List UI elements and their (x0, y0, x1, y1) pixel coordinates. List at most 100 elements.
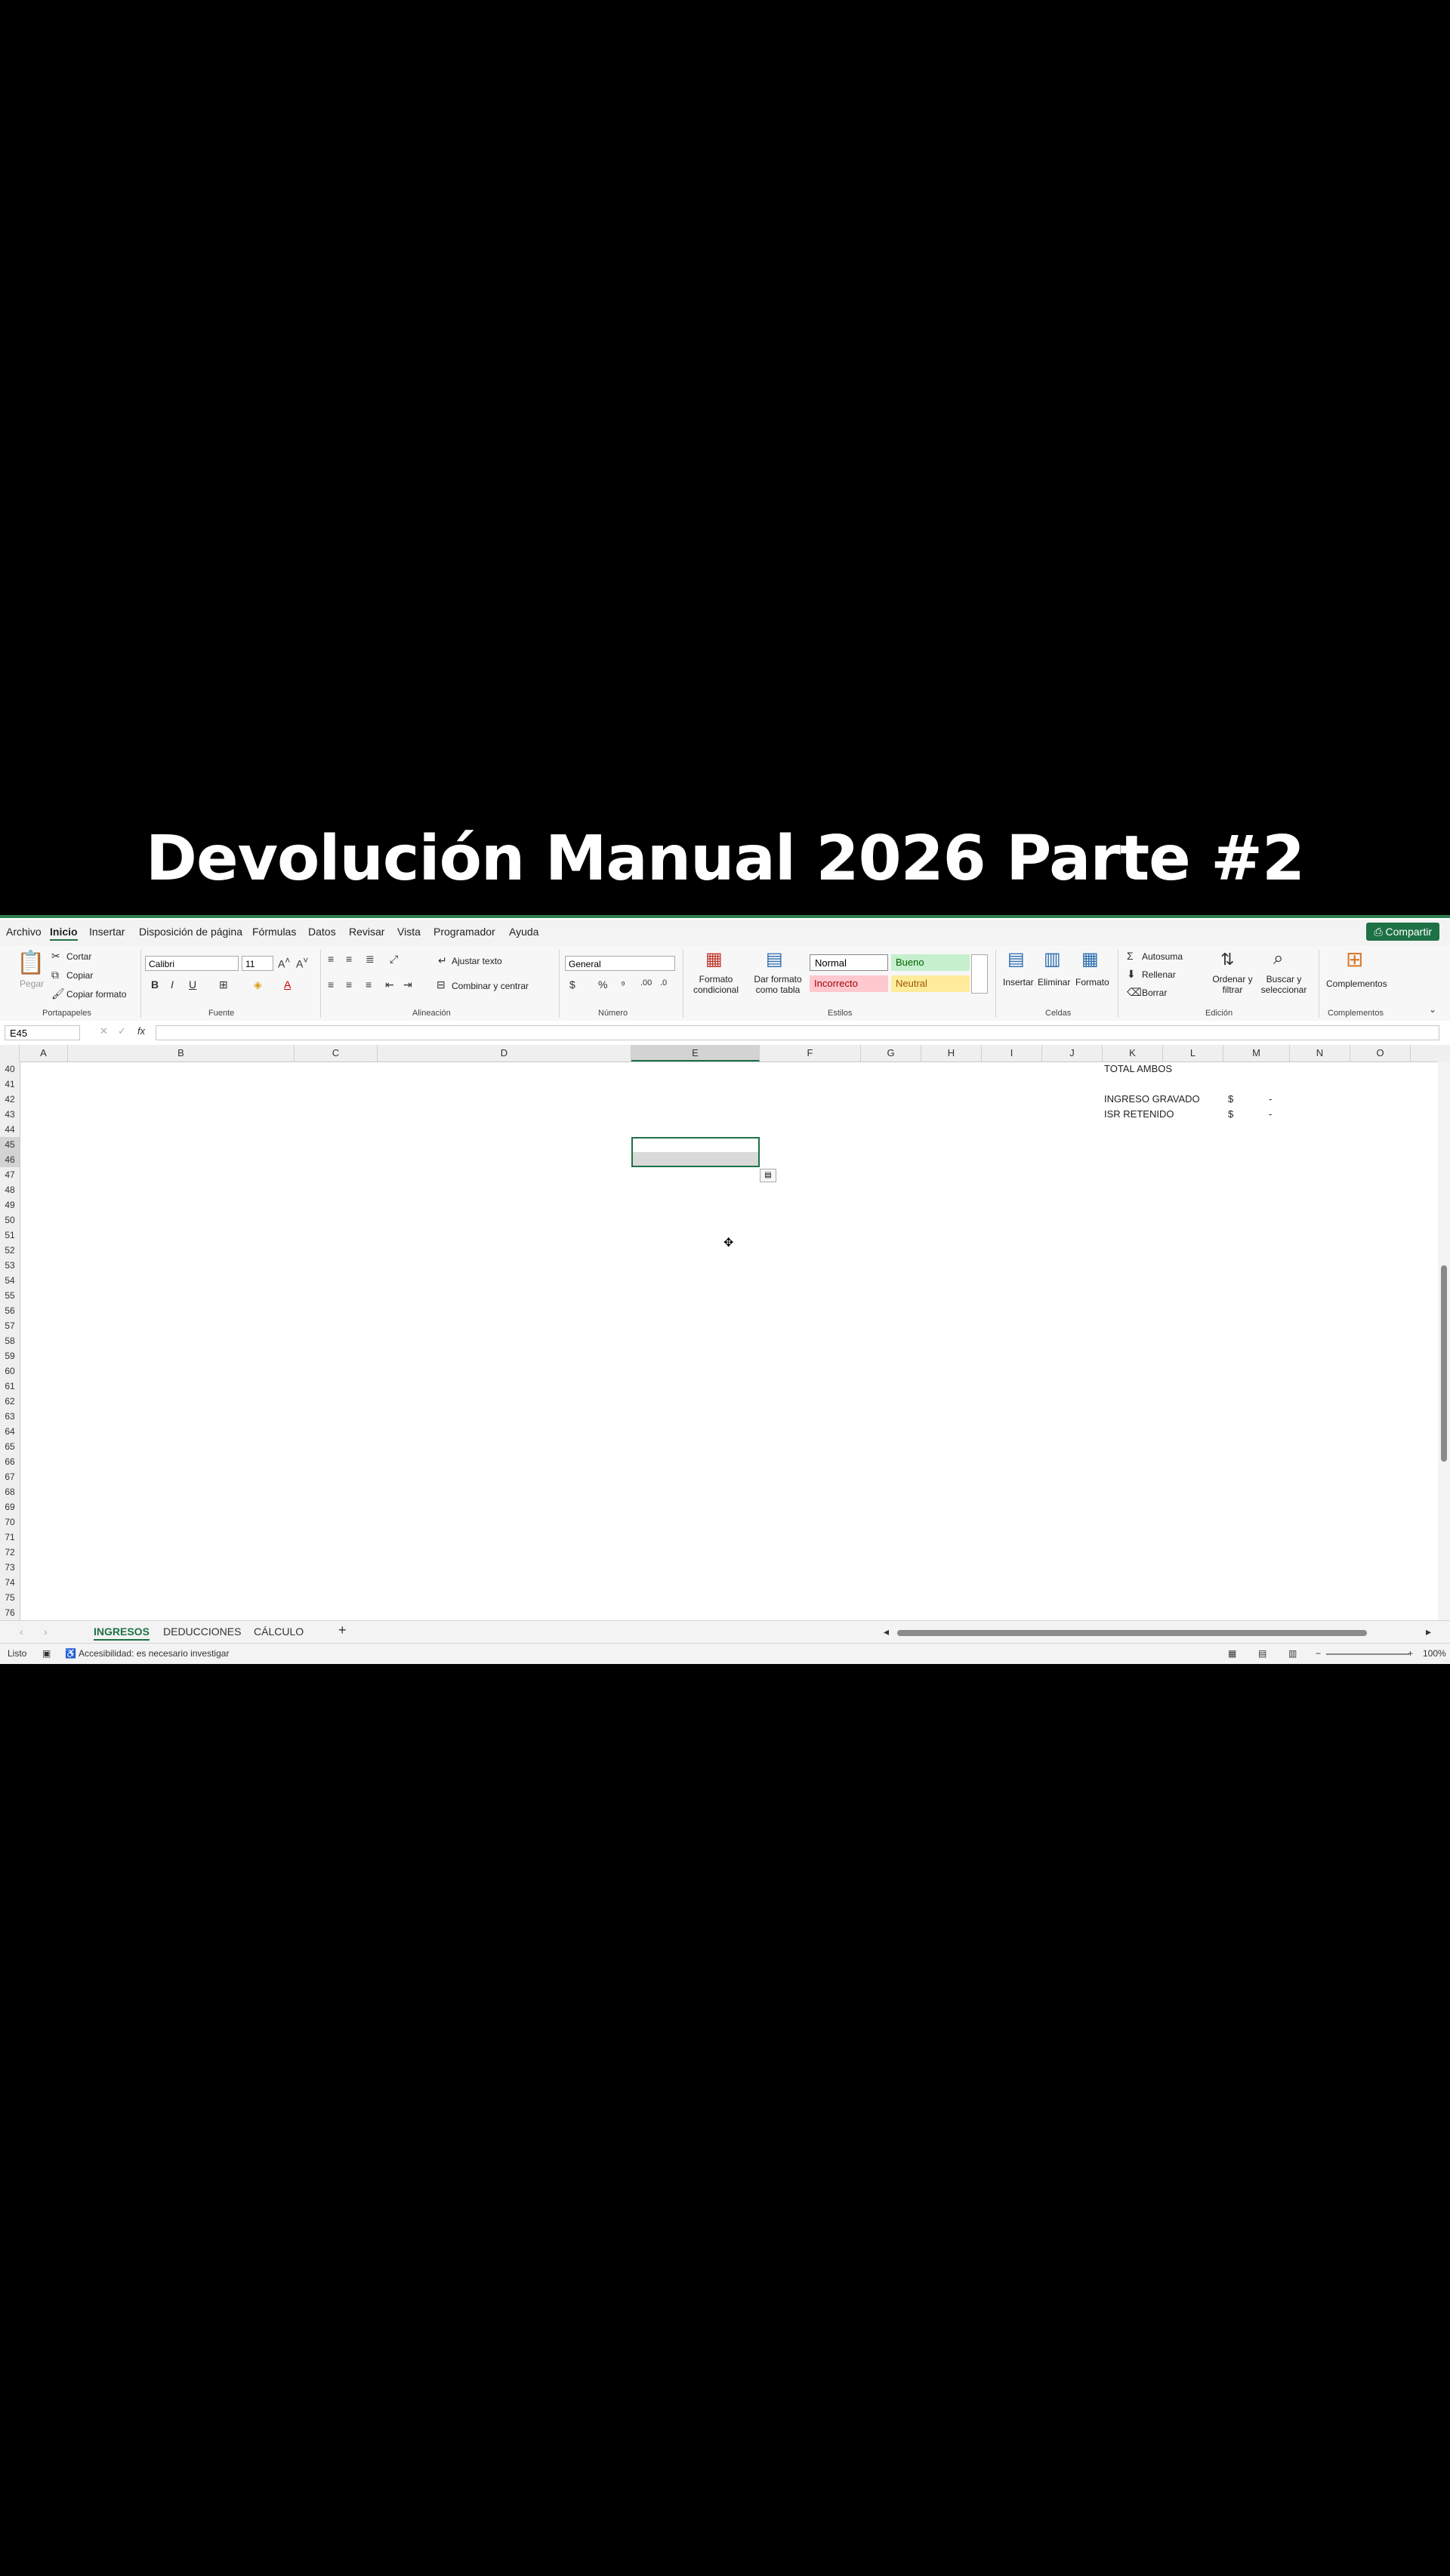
row-header[interactable]: 67 (0, 1469, 20, 1484)
align-left-icon[interactable]: ≡ (328, 978, 334, 991)
row-header[interactable]: 47 (0, 1167, 20, 1182)
tab-ingresos[interactable]: INGRESOS (94, 1625, 150, 1641)
row-header[interactable]: 56 (0, 1303, 20, 1318)
decrease-indent-icon[interactable]: ⇤ (385, 978, 394, 991)
column-header[interactable]: F (760, 1045, 861, 1062)
row-header[interactable]: 41 (0, 1077, 20, 1092)
row-header[interactable]: 63 (0, 1409, 20, 1424)
row-header[interactable]: 73 (0, 1560, 20, 1575)
paste-button[interactable]: Pegar (20, 978, 44, 989)
zoom-level[interactable]: 100% (1423, 1648, 1446, 1659)
row-header[interactable]: 45 (0, 1137, 20, 1152)
align-middle-icon[interactable]: ≡ (346, 953, 352, 965)
row-header[interactable]: 57 (0, 1318, 20, 1333)
menu-disposicion[interactable]: Disposición de página (139, 926, 242, 938)
name-box[interactable]: E45 (5, 1025, 80, 1040)
increase-font-icon[interactable]: A˄ (278, 956, 290, 970)
menu-ayuda[interactable]: Ayuda (509, 926, 538, 938)
add-sheet-icon[interactable]: + (338, 1622, 347, 1638)
format-cells-button[interactable]: Formato (1075, 977, 1109, 988)
align-center-icon[interactable]: ≡ (346, 978, 352, 991)
normal-view-icon[interactable]: ▦ (1228, 1648, 1236, 1659)
row-header[interactable]: 46 (0, 1152, 20, 1167)
cell-total-ambos[interactable]: TOTAL AMBOS (1104, 1063, 1172, 1074)
menu-inicio[interactable]: Inicio (50, 926, 78, 941)
column-header[interactable]: L (1163, 1045, 1223, 1062)
collapse-ribbon-icon[interactable]: ⌄ (1429, 1004, 1436, 1015)
column-header[interactable]: O (1350, 1045, 1411, 1062)
cut-button[interactable]: Cortar (66, 951, 91, 962)
font-size-select[interactable]: 11 (242, 956, 273, 971)
row-header[interactable]: 76 (0, 1605, 20, 1620)
font-color-icon[interactable]: A (284, 978, 291, 991)
row-header[interactable]: 72 (0, 1545, 20, 1560)
wrap-text-button[interactable]: Ajustar texto (452, 956, 502, 966)
row-header[interactable]: 48 (0, 1182, 20, 1197)
row-header[interactable]: 52 (0, 1243, 20, 1258)
tab-calculo[interactable]: CÁLCULO (254, 1625, 304, 1638)
fill-button[interactable]: Rellenar (1142, 969, 1176, 980)
row-header[interactable]: 64 (0, 1424, 20, 1439)
comma-style-icon[interactable]: ⁹ (621, 978, 625, 991)
column-header[interactable]: J (1042, 1045, 1103, 1062)
clear-button[interactable]: Borrar (1142, 988, 1167, 998)
row-header[interactable]: 62 (0, 1394, 20, 1409)
conditional-format-button[interactable]: Formato condicional (689, 974, 743, 995)
delete-cells-button[interactable]: Eliminar (1038, 977, 1070, 988)
zoom-out-icon[interactable]: − (1316, 1648, 1321, 1659)
conditional-format-icon[interactable]: ▦ (705, 948, 723, 970)
italic-icon[interactable]: I (171, 978, 174, 991)
style-normal[interactable]: Normal (810, 954, 888, 971)
column-header[interactable]: E (631, 1045, 760, 1062)
menu-archivo[interactable]: Archivo (6, 926, 42, 938)
merge-center-button[interactable]: Combinar y centrar (452, 981, 529, 991)
prev-sheet-icon[interactable]: ‹ (20, 1625, 23, 1638)
menu-datos[interactable]: Datos (308, 926, 336, 938)
row-header[interactable]: 61 (0, 1379, 20, 1394)
percent-icon[interactable]: % (598, 978, 607, 991)
find-select-button[interactable]: Buscar y seleccionar (1255, 974, 1313, 995)
menu-vista[interactable]: Vista (397, 926, 421, 938)
increase-decimal-icon[interactable]: .00 (640, 978, 652, 988)
align-right-icon[interactable]: ≡ (366, 978, 372, 991)
bold-icon[interactable]: B (151, 978, 159, 991)
column-header[interactable]: D (378, 1045, 631, 1062)
style-neutral[interactable]: Neutral (891, 975, 970, 992)
format-painter-button[interactable]: Copiar formato (66, 989, 126, 1000)
cell-ingreso-gravado[interactable]: INGRESO GRAVADO (1104, 1093, 1200, 1105)
column-header[interactable]: B (68, 1045, 295, 1062)
row-header[interactable]: 60 (0, 1363, 20, 1379)
menu-formulas[interactable]: Fórmulas (252, 926, 296, 938)
column-header[interactable]: I (982, 1045, 1042, 1062)
page-break-icon[interactable]: ▥ (1288, 1648, 1297, 1659)
select-all-corner[interactable] (0, 1045, 20, 1062)
tab-deducciones[interactable]: DEDUCCIONES (163, 1625, 241, 1638)
row-header[interactable]: 69 (0, 1499, 20, 1514)
font-name-select[interactable]: Calibri (145, 956, 239, 971)
row-header[interactable]: 49 (0, 1197, 20, 1213)
underline-icon[interactable]: U (189, 978, 196, 991)
column-header[interactable]: H (921, 1045, 982, 1062)
row-header[interactable]: 55 (0, 1288, 20, 1303)
row-header[interactable]: 59 (0, 1348, 20, 1363)
column-header[interactable]: N (1290, 1045, 1350, 1062)
row-header[interactable]: 74 (0, 1575, 20, 1590)
borders-icon[interactable]: ⊞ (219, 978, 228, 991)
cell-currency[interactable]: $ (1228, 1108, 1233, 1120)
row-header[interactable]: 70 (0, 1514, 20, 1530)
enter-icon[interactable]: ✓ (118, 1025, 126, 1037)
row-header[interactable]: 68 (0, 1484, 20, 1499)
sort-filter-button[interactable]: Ordenar y filtrar (1210, 974, 1255, 995)
cancel-icon[interactable]: ✕ (100, 1025, 108, 1037)
vertical-scrollbar[interactable] (1438, 1062, 1450, 1620)
row-header[interactable]: 42 (0, 1092, 20, 1107)
vertical-scroll-thumb[interactable] (1441, 1265, 1447, 1462)
decrease-decimal-icon[interactable]: .0 (660, 978, 667, 988)
function-icon[interactable]: fx (137, 1025, 145, 1037)
row-header[interactable]: 54 (0, 1273, 20, 1288)
scroll-left-icon[interactable]: ◂ (884, 1625, 889, 1638)
cell-currency[interactable]: $ (1228, 1093, 1233, 1105)
row-header[interactable]: 66 (0, 1454, 20, 1469)
row-header[interactable]: 75 (0, 1590, 20, 1605)
column-header[interactable]: G (861, 1045, 921, 1062)
